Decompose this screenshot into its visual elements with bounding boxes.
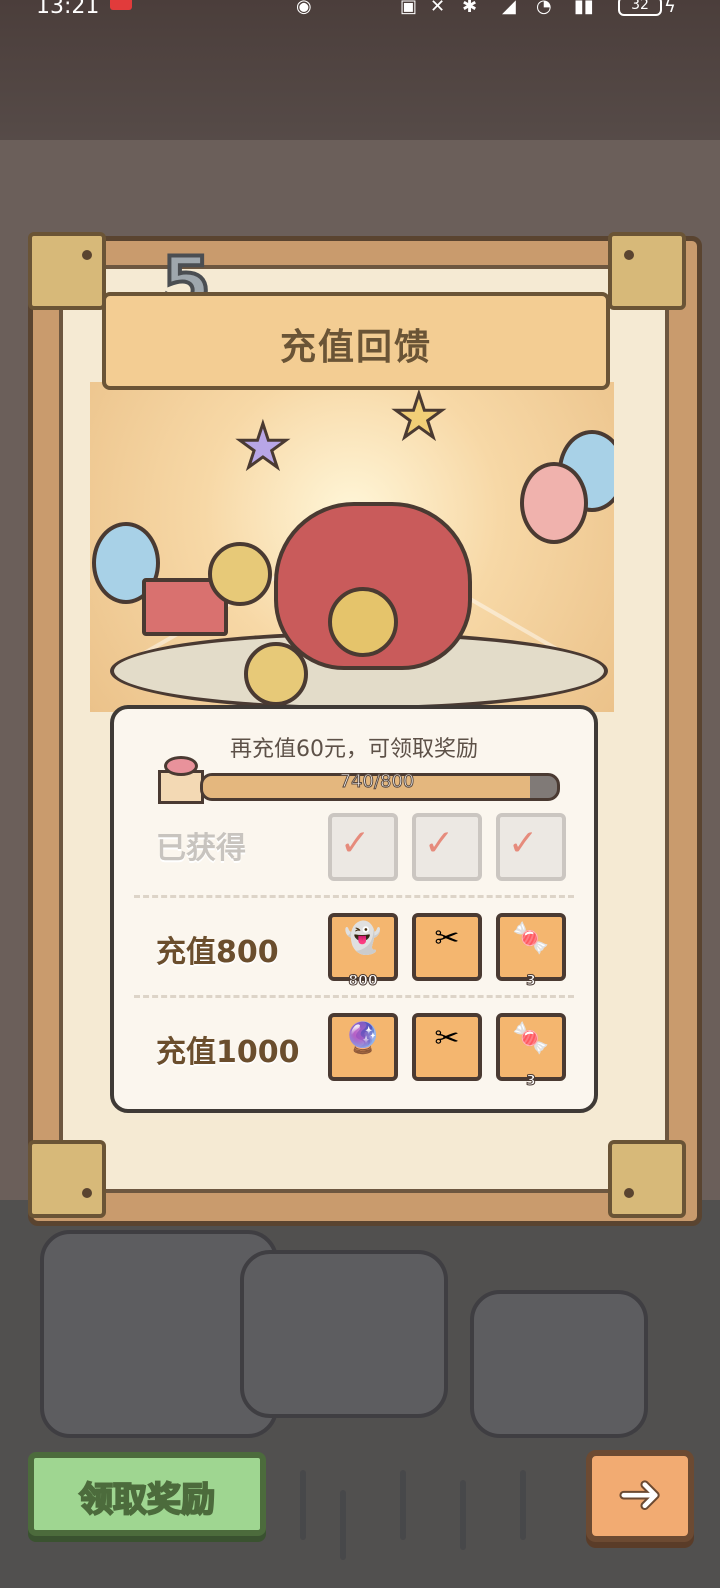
status-bar: 13:21 ◉ ▣ ✕ ✱ ◢ ◔ ▮▮ 32 ϟ: [0, 0, 720, 20]
reward-slot-claimed: ✓: [496, 813, 566, 881]
divider: [134, 995, 574, 998]
grass: [340, 1490, 346, 1560]
wifi-icon: ◔: [536, 0, 552, 17]
reward-slot-claimed: ✓: [412, 813, 482, 881]
candy-pack-icon: 🍬: [512, 1021, 550, 1056]
grass: [400, 1470, 406, 1540]
panel-corner-top-right: [608, 232, 686, 310]
grass: [520, 1470, 526, 1540]
eye-icon: ◉: [296, 0, 312, 17]
star-icon: ★: [391, 382, 448, 454]
bag-coin-icon: [328, 587, 398, 657]
claim-reward-label: 领取奖励: [78, 1479, 216, 1521]
crystal-orb-icon: 🔮: [344, 1021, 382, 1056]
reward-slot[interactable]: 🍬 3: [496, 913, 566, 990]
rock: [470, 1290, 648, 1438]
bluetooth-icon: ✱: [462, 0, 478, 17]
reward-slot[interactable]: ✂: [412, 1013, 482, 1081]
claim-reward-button[interactable]: 领取奖励: [28, 1452, 266, 1536]
check-icon: ✓: [340, 823, 371, 864]
candy-pack-icon: 🍬: [512, 921, 550, 956]
divider: [134, 895, 574, 898]
silent-bell-icon: ◢: [502, 0, 516, 17]
reward-qty: 3: [526, 1073, 537, 1090]
grass: [300, 1470, 306, 1540]
page-title: 充值回馈: [279, 327, 432, 368]
next-button[interactable]: ➜: [586, 1450, 694, 1542]
reward-qty: 3: [526, 973, 537, 990]
mute-icon: ✕: [430, 0, 446, 17]
reward-slot-claimed: ✓: [328, 813, 398, 881]
check-icon: ✓: [508, 823, 539, 864]
title-banner: 充值回馈: [102, 292, 610, 390]
row-label-tier-800: 充值800: [156, 935, 279, 970]
reward-slot[interactable]: 👻 800: [328, 913, 398, 990]
panel-corner-top-left: [28, 232, 106, 310]
status-time: 13:21: [36, 0, 100, 19]
signal-icon: ▮▮: [574, 0, 594, 17]
coin-icon: [208, 542, 272, 606]
grass: [460, 1480, 466, 1550]
charging-icon: ϟ: [664, 0, 676, 17]
panel-corner-bottom-left: [28, 1140, 106, 1218]
nfc-icon: ▣: [400, 0, 418, 17]
balloon-icon: [520, 462, 588, 544]
gift-icon: [154, 754, 204, 804]
rock: [240, 1250, 448, 1418]
reward-slot[interactable]: ✂: [412, 913, 482, 981]
panel-corner-bottom-right: [608, 1140, 686, 1218]
reward-slot[interactable]: 🔮: [328, 1013, 398, 1081]
check-icon: ✓: [424, 823, 455, 864]
battery-icon: 32: [618, 0, 662, 16]
progress-text: 740/800: [339, 771, 415, 793]
reward-card: 再充值60元，可领取奖励 740/800 已获得 ✓ ✓ ✓ 充值800 👻 8…: [110, 705, 598, 1113]
notification-icon: [110, 0, 132, 10]
reward-slot[interactable]: 🍬 3: [496, 1013, 566, 1090]
scissors-icon: ✂: [434, 921, 460, 956]
star-icon: ★: [235, 411, 292, 484]
scissors-icon: ✂: [434, 1021, 460, 1056]
background-sky: [0, 0, 720, 140]
reward-illustration: ★ ★: [90, 382, 614, 712]
row-label-claimed: 已获得: [156, 831, 246, 866]
ghost-token-icon: 👻: [344, 921, 382, 956]
row-label-tier-1000: 充值1000: [156, 1035, 300, 1070]
reward-qty: 800: [348, 973, 378, 990]
arrow-right-icon: ➜: [616, 1461, 663, 1526]
